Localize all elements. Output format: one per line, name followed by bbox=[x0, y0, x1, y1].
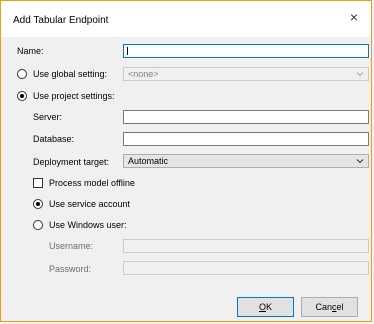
ok-button[interactable]: OK bbox=[237, 297, 294, 317]
database-input[interactable] bbox=[123, 132, 369, 146]
username-input bbox=[123, 239, 369, 253]
dialog-title: Add Tabular Endpoint bbox=[13, 15, 109, 26]
title-bar: Add Tabular Endpoint × bbox=[1, 1, 371, 37]
password-input bbox=[123, 261, 369, 275]
use-windows-user-label: Use Windows user: bbox=[49, 220, 127, 230]
use-service-account-label: Use service account bbox=[49, 199, 131, 209]
use-project-settings-label: Use project settings: bbox=[33, 91, 115, 101]
password-label: Password: bbox=[49, 264, 92, 274]
chevron-down-icon bbox=[356, 159, 364, 164]
close-icon[interactable]: × bbox=[347, 10, 361, 24]
deployment-target-value: Automatic bbox=[128, 156, 169, 166]
name-input[interactable] bbox=[123, 44, 369, 58]
database-label: Database: bbox=[33, 134, 75, 144]
name-label: Name: bbox=[17, 46, 44, 56]
global-setting-value: <none> bbox=[128, 69, 159, 79]
deployment-target-label: Deployment target: bbox=[33, 157, 110, 167]
process-model-offline-checkbox[interactable] bbox=[33, 178, 43, 188]
ok-mnemonic: O bbox=[258, 302, 266, 312]
use-windows-user-radio[interactable] bbox=[33, 220, 43, 230]
deployment-target-select[interactable]: Automatic bbox=[123, 154, 369, 168]
use-project-settings-radio[interactable] bbox=[17, 91, 27, 101]
server-input[interactable] bbox=[123, 110, 369, 124]
use-global-setting-radio[interactable] bbox=[17, 69, 27, 79]
use-service-account-radio[interactable] bbox=[33, 199, 43, 209]
cancel-label-rest: el bbox=[336, 302, 344, 312]
use-global-setting-label: Use global setting: bbox=[33, 69, 108, 79]
cancel-label-prefix: Can bbox=[315, 302, 332, 312]
username-label: Username: bbox=[49, 241, 94, 251]
process-model-offline-label: Process model offline bbox=[49, 178, 135, 188]
ok-label-rest: K bbox=[266, 302, 273, 312]
server-label: Server: bbox=[33, 112, 63, 122]
global-setting-select: <none> bbox=[123, 67, 369, 81]
add-tabular-endpoint-dialog: Add Tabular Endpoint × Name: Use global … bbox=[0, 0, 372, 322]
cancel-button[interactable]: Cancel bbox=[301, 297, 358, 317]
text-caret bbox=[127, 47, 128, 55]
chevron-down-icon bbox=[356, 72, 364, 77]
